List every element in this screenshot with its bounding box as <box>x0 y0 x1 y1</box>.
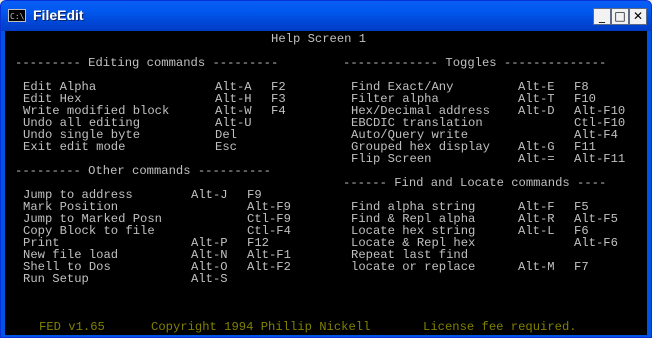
maximize-icon: □ <box>614 9 626 23</box>
fileedit-window: C:\ FileEdit _ □ ✕ Help Screen 1 -------… <box>0 0 652 338</box>
editing-commands-heading: --------- Editing commands --------- <box>15 56 279 70</box>
command-fkey: Alt-F6 <box>574 236 618 250</box>
command-key: Esc <box>215 140 237 154</box>
minimize-icon: _ <box>599 9 605 23</box>
command-label: locate or replace <box>351 260 476 274</box>
command-key: Alt-= <box>518 152 555 166</box>
console-icon[interactable]: C:\ <box>8 9 26 22</box>
command-fkey: F7 <box>574 260 589 274</box>
console-area[interactable]: Help Screen 1 --------- Editing commands… <box>5 31 647 335</box>
minimize-button[interactable]: _ <box>593 8 611 25</box>
help-screen-header: Help Screen 1 <box>271 32 367 46</box>
window-title: FileEdit <box>33 7 84 23</box>
title-bar[interactable]: C:\ FileEdit _ □ ✕ <box>1 1 651 31</box>
command-key: Alt-D <box>518 104 555 118</box>
version-text: FED v1.65 <box>39 320 105 334</box>
command-key: Alt-S <box>191 272 228 286</box>
command-fkey: Alt-F2 <box>247 260 291 274</box>
command-key: Alt-J <box>191 188 228 202</box>
command-key: Alt-L <box>518 224 555 238</box>
copyright-text: Copyright 1994 Phillip Nickell <box>151 320 371 334</box>
close-icon: ✕ <box>632 9 644 23</box>
toggles-heading: ------------- Toggles -------------- <box>343 56 607 70</box>
maximize-button[interactable]: □ <box>611 8 629 25</box>
command-label: Run Setup <box>23 272 89 286</box>
find-locate-heading: ------ Find and Locate commands ---- <box>343 176 607 190</box>
command-fkey: Alt-F11 <box>574 152 626 166</box>
command-label: Exit edit mode <box>23 140 126 154</box>
license-text: License fee required. <box>423 320 577 334</box>
command-key: Alt-M <box>518 260 555 274</box>
command-fkey: F4 <box>271 104 286 118</box>
command-label: Flip Screen <box>351 152 432 166</box>
other-commands-heading: --------- Other commands ---------- <box>15 164 271 178</box>
close-button[interactable]: ✕ <box>629 8 647 25</box>
